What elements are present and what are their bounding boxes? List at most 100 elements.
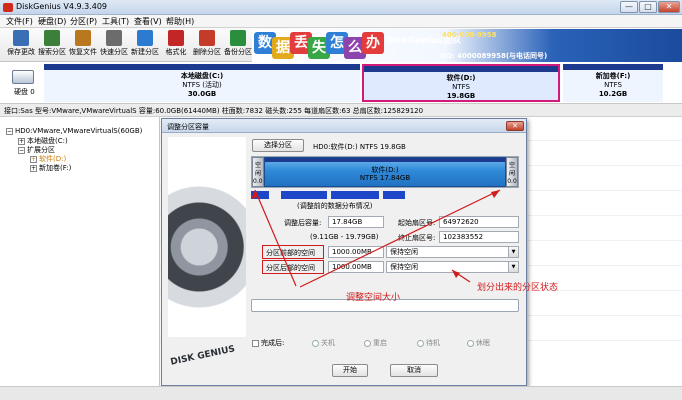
delete-partition-icon [199, 30, 215, 46]
menu-disk[interactable]: 硬盘(D) [38, 16, 66, 27]
banner-char: 办 [362, 32, 384, 54]
save-icon [13, 30, 29, 46]
partition-block-c[interactable]: 本地磁盘(C:) NTFS (活动) 30.0GB [44, 64, 360, 102]
tree-node-label: 扩展分区 [27, 146, 55, 154]
window-title: DiskGenius V4.9.3.409 [16, 2, 108, 11]
dialog-close-button[interactable]: ✕ [506, 121, 524, 131]
end-sector-field[interactable]: 102383552 [439, 231, 519, 243]
advert-banner[interactable]: 数据丢失怎么办 DiskGenius团队 400-008-9958 QQ: 40… [252, 29, 682, 62]
partition-name: 本地磁盘(C:) [180, 72, 224, 80]
cancel-button[interactable]: 取消 [390, 364, 438, 377]
menu-partition[interactable]: 分区(P) [70, 16, 97, 27]
partition-name: 新加卷(F:) [595, 72, 631, 80]
tree-node[interactable]: + 新加卷(F:) [30, 163, 71, 173]
collapse-icon[interactable]: − [6, 127, 13, 135]
disk-tree: − HD0:VMware,VMwareVirtualS(60GB) + 本地磁盘(C:… [0, 117, 160, 400]
right-free-handle[interactable]: 空闲 0.0 [506, 157, 518, 187]
after-space-action-value: 保持空闲 [390, 263, 418, 271]
backup-partition-icon [230, 30, 246, 46]
maximize-button[interactable]: □ [639, 1, 657, 13]
restore-file-icon [75, 30, 91, 46]
expand-icon[interactable]: + [30, 164, 37, 172]
after-completion-checkbox[interactable]: 完成后: [252, 338, 284, 348]
menu-view[interactable]: 查看(V) [134, 16, 162, 27]
radio-hibernate[interactable]: 休眠 [467, 338, 490, 348]
left-handle-label: 空闲 [254, 162, 261, 177]
app-icon [3, 3, 13, 12]
selected-partition-info: HD0:软件(D:) NTFS 19.8GB [313, 143, 406, 151]
start-sector-label: 起始扇区号: [398, 219, 436, 227]
size-range-label: (9.11GB - 19.79GB) [310, 233, 379, 241]
start-button[interactable]: 开始 [332, 364, 368, 377]
right-handle-label: 空闲 [508, 162, 515, 177]
new-partition-icon [137, 30, 153, 46]
hard-disk-illustration [168, 137, 246, 337]
menu-file[interactable]: 文件(F) [6, 16, 33, 27]
radio-shutdown[interactable]: 关机 [312, 338, 335, 348]
format-icon [168, 30, 184, 46]
before-space-action-value: 保持空闲 [390, 248, 418, 256]
partition-size: 30.0GB [187, 90, 217, 98]
chevron-down-icon: ▼ [508, 247, 518, 257]
tree-node-label: 软件(D:) [39, 155, 67, 163]
partition-size: 10.2GB [598, 90, 628, 98]
left-handle-size: 0.00 [253, 178, 263, 185]
minimize-button[interactable]: — [620, 1, 638, 13]
menu-bar: 文件(F) 硬盘(D) 分区(P) 工具(T) 查看(V) 帮助(H) [0, 15, 682, 28]
partition-fs: NTFS [452, 83, 470, 91]
before-space-action-select[interactable]: 保持空闲 ▼ [386, 246, 519, 258]
usage-caption: (调整前的数据分布情况) [297, 202, 373, 210]
data-usage-map [251, 191, 519, 199]
expand-icon[interactable]: + [18, 137, 25, 145]
resize-partition-dialog: 调整分区容量 ✕ DISK GENIUS 选择分区 HD0:软件(D:) NTF… [161, 118, 527, 386]
radio-standby[interactable]: 待机 [417, 338, 440, 348]
size-after-field[interactable]: 17.84GB [328, 216, 384, 228]
checkbox-box [252, 339, 259, 347]
search-partition-icon [44, 30, 60, 46]
quick-partition-icon [106, 30, 122, 46]
right-handle-size: 0.0 [507, 178, 517, 185]
partition-name: 软件(D:) [446, 74, 476, 82]
tree-node-label: 本地磁盘(C:) [27, 137, 68, 145]
tree-node[interactable]: − HD0:VMware,VMwareVirtualS(60GB) [6, 127, 142, 135]
collapse-icon[interactable]: − [18, 146, 25, 154]
dialog-title: 调整分区容量 [162, 119, 526, 133]
after-space-action-select[interactable]: 保持空闲 ▼ [386, 261, 519, 273]
menu-tools[interactable]: 工具(T) [102, 16, 129, 27]
partition-size: 19.8GB [446, 92, 476, 100]
partition-resize-bar[interactable]: 空闲 0.00 软件(D:) NTFS 17.84GB 空闲 0.0 [251, 156, 519, 188]
annotation-resize: 调整空间大小 [346, 293, 401, 303]
start-sector-field[interactable]: 64972620 [439, 216, 519, 228]
banner-phone: 400-008-9958 [442, 31, 497, 39]
partition-block-f[interactable]: 新加卷(F:) NTFS 10.2GB [563, 64, 663, 102]
before-space-label: 分区前部的空间 [266, 249, 315, 257]
partition-fs: NTFS (活动) [182, 81, 222, 89]
menu-help[interactable]: 帮助(H) [166, 16, 194, 27]
partition-resize-body[interactable]: 软件(D:) NTFS 17.84GB [264, 157, 506, 187]
disk-info-line: 接口:Sas 型号:VMware,VMwareVirtualS 容量:60.0G… [0, 104, 682, 117]
partition-fs: NTFS [604, 81, 622, 89]
expand-icon[interactable]: + [30, 155, 37, 163]
after-completion-label: 完成后: [261, 339, 285, 347]
toolbar-button[interactable]: 备份分区 [223, 30, 253, 57]
disk-map-panel: 硬盘 0 本地磁盘(C:) NTFS (活动) 30.0GB 软件(D:) NT… [0, 62, 682, 104]
before-space-field[interactable]: 1000.00MB [328, 246, 384, 258]
disk-genius-logo-text: DISK GENIUS [169, 344, 236, 368]
partition-block-d[interactable]: 软件(D:) NTFS 19.8GB [362, 64, 560, 102]
after-space-label: 分区后部的空间 [266, 264, 315, 272]
close-button[interactable]: ✕ [658, 1, 680, 13]
left-free-handle[interactable]: 空闲 0.00 [252, 157, 264, 187]
radio-restart[interactable]: 重启 [364, 338, 387, 348]
status-bar [0, 386, 682, 400]
tree-node-label: 新加卷(F:) [39, 164, 72, 172]
resize-partition-name: 软件(D:) [371, 166, 399, 174]
resize-partition-size: NTFS 17.84GB [359, 174, 411, 182]
hard-disk-icon [12, 70, 34, 84]
disk-label: 硬盘 0 [14, 88, 35, 96]
banner-qq: QQ: 4000089958(与电话同号) [440, 52, 548, 60]
select-partition-button[interactable]: 选择分区 [252, 139, 304, 152]
after-space-field[interactable]: 1000.00MB [328, 261, 384, 273]
chevron-down-icon: ▼ [508, 262, 518, 272]
annotation-partition-state: 划分出来的分区状态 [477, 283, 559, 293]
size-after-label: 调整后容量: [284, 219, 322, 227]
